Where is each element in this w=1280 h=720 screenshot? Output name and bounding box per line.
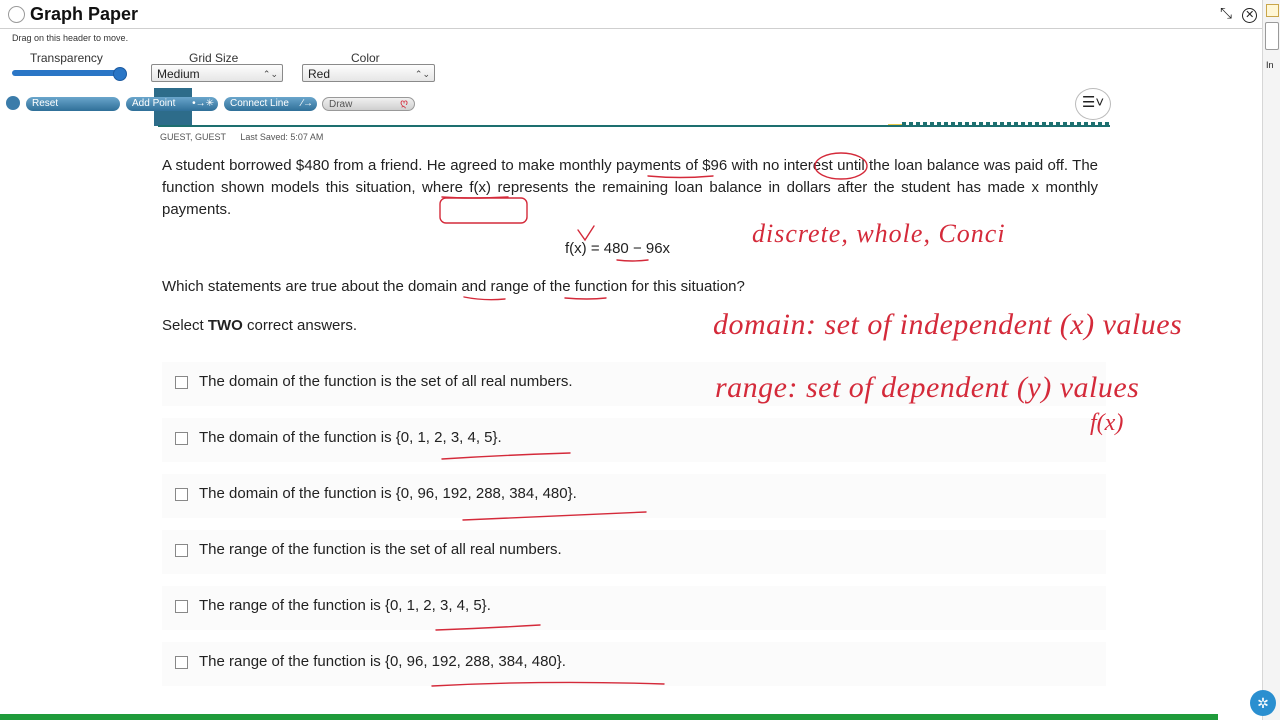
answer-option-6[interactable]: The range of the function is {0, 96, 192…	[162, 642, 1106, 686]
graph-paper-header[interactable]	[0, 0, 1262, 29]
menu-icon: ☰˅	[1081, 94, 1105, 111]
answer-checkbox[interactable]	[175, 544, 188, 557]
transparency-slider-knob[interactable]	[113, 67, 127, 81]
grid-size-value: Medium	[157, 67, 200, 81]
color-select[interactable]: Red ⌃⌄	[302, 64, 435, 82]
answer-option-1[interactable]: The domain of the function is the set of…	[162, 362, 1106, 406]
answer-option-5[interactable]: The range of the function is {0, 1, 2, 3…	[162, 586, 1106, 630]
select-instruction: Select TWO correct answers.	[162, 315, 357, 337]
transparency-label: Transparency	[30, 51, 103, 65]
answer-option-3[interactable]: The domain of the function is {0, 96, 19…	[162, 474, 1106, 518]
draw-button[interactable]: Draw ღ	[322, 97, 415, 111]
color-value: Red	[308, 67, 331, 81]
question-text: A student borrowed $480 from a friend. H…	[162, 157, 1098, 218]
answer-text: The domain of the function is {0, 1, 2, …	[199, 429, 502, 446]
draw-icon: ღ	[400, 98, 408, 109]
last-saved: Last Saved: 5:07 AM	[240, 132, 324, 142]
annotation-domain: domain: set of independent (x) values	[713, 308, 1182, 341]
side-label-in: In	[1266, 60, 1274, 70]
color-label: Color	[351, 51, 380, 65]
answer-text: The domain of the function is the set of…	[199, 373, 573, 390]
add-point-icon: •→✳	[192, 98, 214, 109]
toolbar-circle-icon[interactable]	[6, 96, 20, 110]
answer-checkbox[interactable]	[175, 432, 188, 445]
progress-line	[158, 125, 1110, 127]
select-suffix: correct answers.	[242, 317, 358, 334]
answer-text: The range of the function is the set of …	[199, 541, 562, 558]
answer-checkbox[interactable]	[175, 656, 188, 669]
answer-option-4[interactable]: The range of the function is the set of …	[162, 530, 1106, 574]
answer-option-2[interactable]: The domain of the function is {0, 1, 2, …	[162, 418, 1106, 462]
add-point-label: Add Point	[132, 98, 176, 109]
answer-text: The range of the function is {0, 1, 2, 3…	[199, 597, 491, 614]
answer-text: The domain of the function is {0, 96, 19…	[199, 485, 577, 502]
add-point-button[interactable]: Add Point •→✳	[126, 97, 218, 111]
function-formula: f(x) = 480 − 96x	[565, 240, 671, 257]
question-prompt: Which statements are true about the doma…	[162, 278, 745, 295]
grid-size-label: Grid Size	[189, 51, 239, 65]
header-icons: ⤡ ✕	[1214, 5, 1258, 23]
answer-checkbox[interactable]	[175, 376, 188, 389]
select-count: TWO	[207, 317, 243, 334]
select-arrow-icon: ⌃⌄	[262, 69, 278, 79]
drag-hint: Drag on this header to move.	[12, 33, 129, 43]
connect-line-button[interactable]: Connect Line ∕→	[224, 97, 317, 111]
side-scroll-thumb[interactable]	[1265, 22, 1279, 50]
select-prefix: Select	[162, 317, 208, 334]
close-icon[interactable]: ✕	[1242, 8, 1258, 23]
answer-text: The range of the function is {0, 96, 192…	[199, 653, 566, 670]
select-arrow-icon: ⌃⌄	[414, 69, 430, 79]
answer-checkbox[interactable]	[175, 488, 188, 501]
transparency-slider[interactable]	[12, 70, 124, 76]
reset-button[interactable]: Reset	[26, 97, 120, 111]
connect-line-icon: ∕→	[301, 98, 313, 109]
collapse-icon[interactable]: ⤡	[1220, 5, 1232, 22]
user-info: GUEST, GUEST Last Saved: 5:07 AM	[160, 132, 323, 142]
menu-button[interactable]: ☰˅	[1075, 88, 1111, 120]
answer-checkbox[interactable]	[175, 600, 188, 613]
annotation-discrete: discrete, whole, Conci	[752, 219, 1006, 248]
right-scroll-strip[interactable]: In	[1262, 0, 1280, 720]
underline-range	[564, 297, 607, 300]
user-name: GUEST, GUEST	[160, 132, 226, 142]
draw-label: Draw	[329, 99, 353, 110]
expand-icon[interactable]: ✲	[1250, 690, 1276, 716]
grid-size-select[interactable]: Medium ⌃⌄	[151, 64, 283, 82]
side-bookmark-icon	[1266, 4, 1279, 17]
bottom-progress-bar	[0, 714, 1218, 720]
reset-label: Reset	[32, 98, 59, 109]
underline-480	[616, 259, 649, 262]
header-circle-icon	[8, 6, 25, 23]
connect-line-label: Connect Line	[230, 98, 289, 109]
panel-title: Graph Paper	[30, 4, 139, 24]
